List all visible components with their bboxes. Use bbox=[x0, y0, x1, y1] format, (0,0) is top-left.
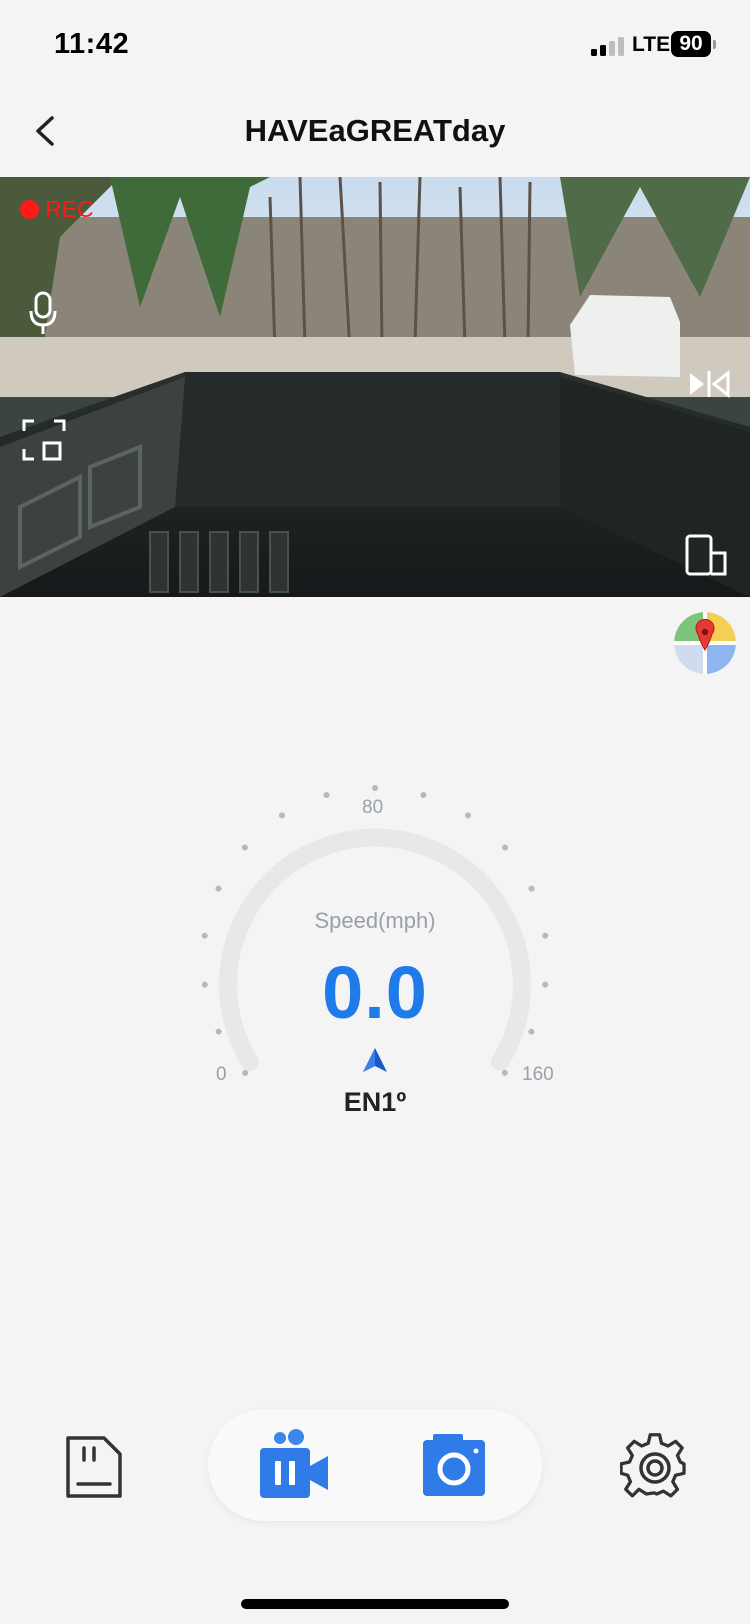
speed-label: Speed(mph) bbox=[314, 908, 436, 933]
status-time: 11:42 bbox=[54, 28, 130, 60]
settings-button[interactable] bbox=[619, 1433, 690, 1508]
rec-label: REC bbox=[45, 196, 94, 222]
sd-card-button[interactable] bbox=[64, 1434, 124, 1505]
gauge-tick-dot bbox=[323, 791, 330, 798]
gauge-tick-dot bbox=[372, 785, 378, 791]
battery-cap bbox=[713, 40, 716, 49]
fullscreen-icon[interactable] bbox=[684, 533, 728, 577]
gauge-tick-dot bbox=[420, 791, 427, 798]
gauge-mid-label: 80 bbox=[362, 797, 384, 818]
heading-arrow-icon bbox=[363, 1048, 387, 1072]
pause-recording-button[interactable] bbox=[258, 1428, 334, 1505]
gauge-tick-dot bbox=[215, 885, 222, 892]
network-label: LTE bbox=[632, 33, 671, 56]
map-button[interactable] bbox=[674, 612, 736, 674]
gauge-tick-dot bbox=[242, 1069, 249, 1076]
battery-indicator: 90 bbox=[671, 31, 711, 57]
rec-dot bbox=[20, 200, 39, 219]
gauge-tick-dot bbox=[465, 812, 472, 819]
page-title: HAVEaGREATday bbox=[244, 113, 506, 148]
pause-video-icon bbox=[260, 1429, 328, 1498]
microphone-icon[interactable] bbox=[28, 291, 58, 337]
map-pin-icon bbox=[674, 612, 736, 674]
gauge-tick-dot bbox=[528, 885, 535, 892]
camera-icon bbox=[423, 1434, 485, 1496]
signal-icon bbox=[591, 37, 624, 56]
camera-scene bbox=[0, 177, 750, 597]
mirror-flip-icon[interactable] bbox=[686, 369, 732, 399]
snapshot-button[interactable] bbox=[421, 1434, 487, 1503]
gauge-max-label: 160 bbox=[522, 1064, 554, 1085]
heading-text: EN1º bbox=[343, 1087, 407, 1117]
gauge-tick-dot bbox=[278, 812, 285, 819]
gauge-tick-dot bbox=[501, 1069, 508, 1076]
status-bar: 11:42 LTE 90 bbox=[0, 0, 750, 90]
gauge-min-label: 0 bbox=[216, 1064, 227, 1085]
sd-card-icon bbox=[66, 1436, 122, 1498]
gauge-tick-dot bbox=[502, 844, 509, 851]
camera-live-view[interactable]: REC bbox=[0, 177, 750, 597]
rec-indicator: REC bbox=[20, 196, 94, 223]
home-indicator bbox=[241, 1599, 509, 1609]
gauge-tick-dot bbox=[241, 844, 248, 851]
gear-icon bbox=[619, 1433, 686, 1498]
rotate-view-icon[interactable] bbox=[18, 417, 70, 463]
speed-value: 0.0 bbox=[322, 951, 428, 1034]
